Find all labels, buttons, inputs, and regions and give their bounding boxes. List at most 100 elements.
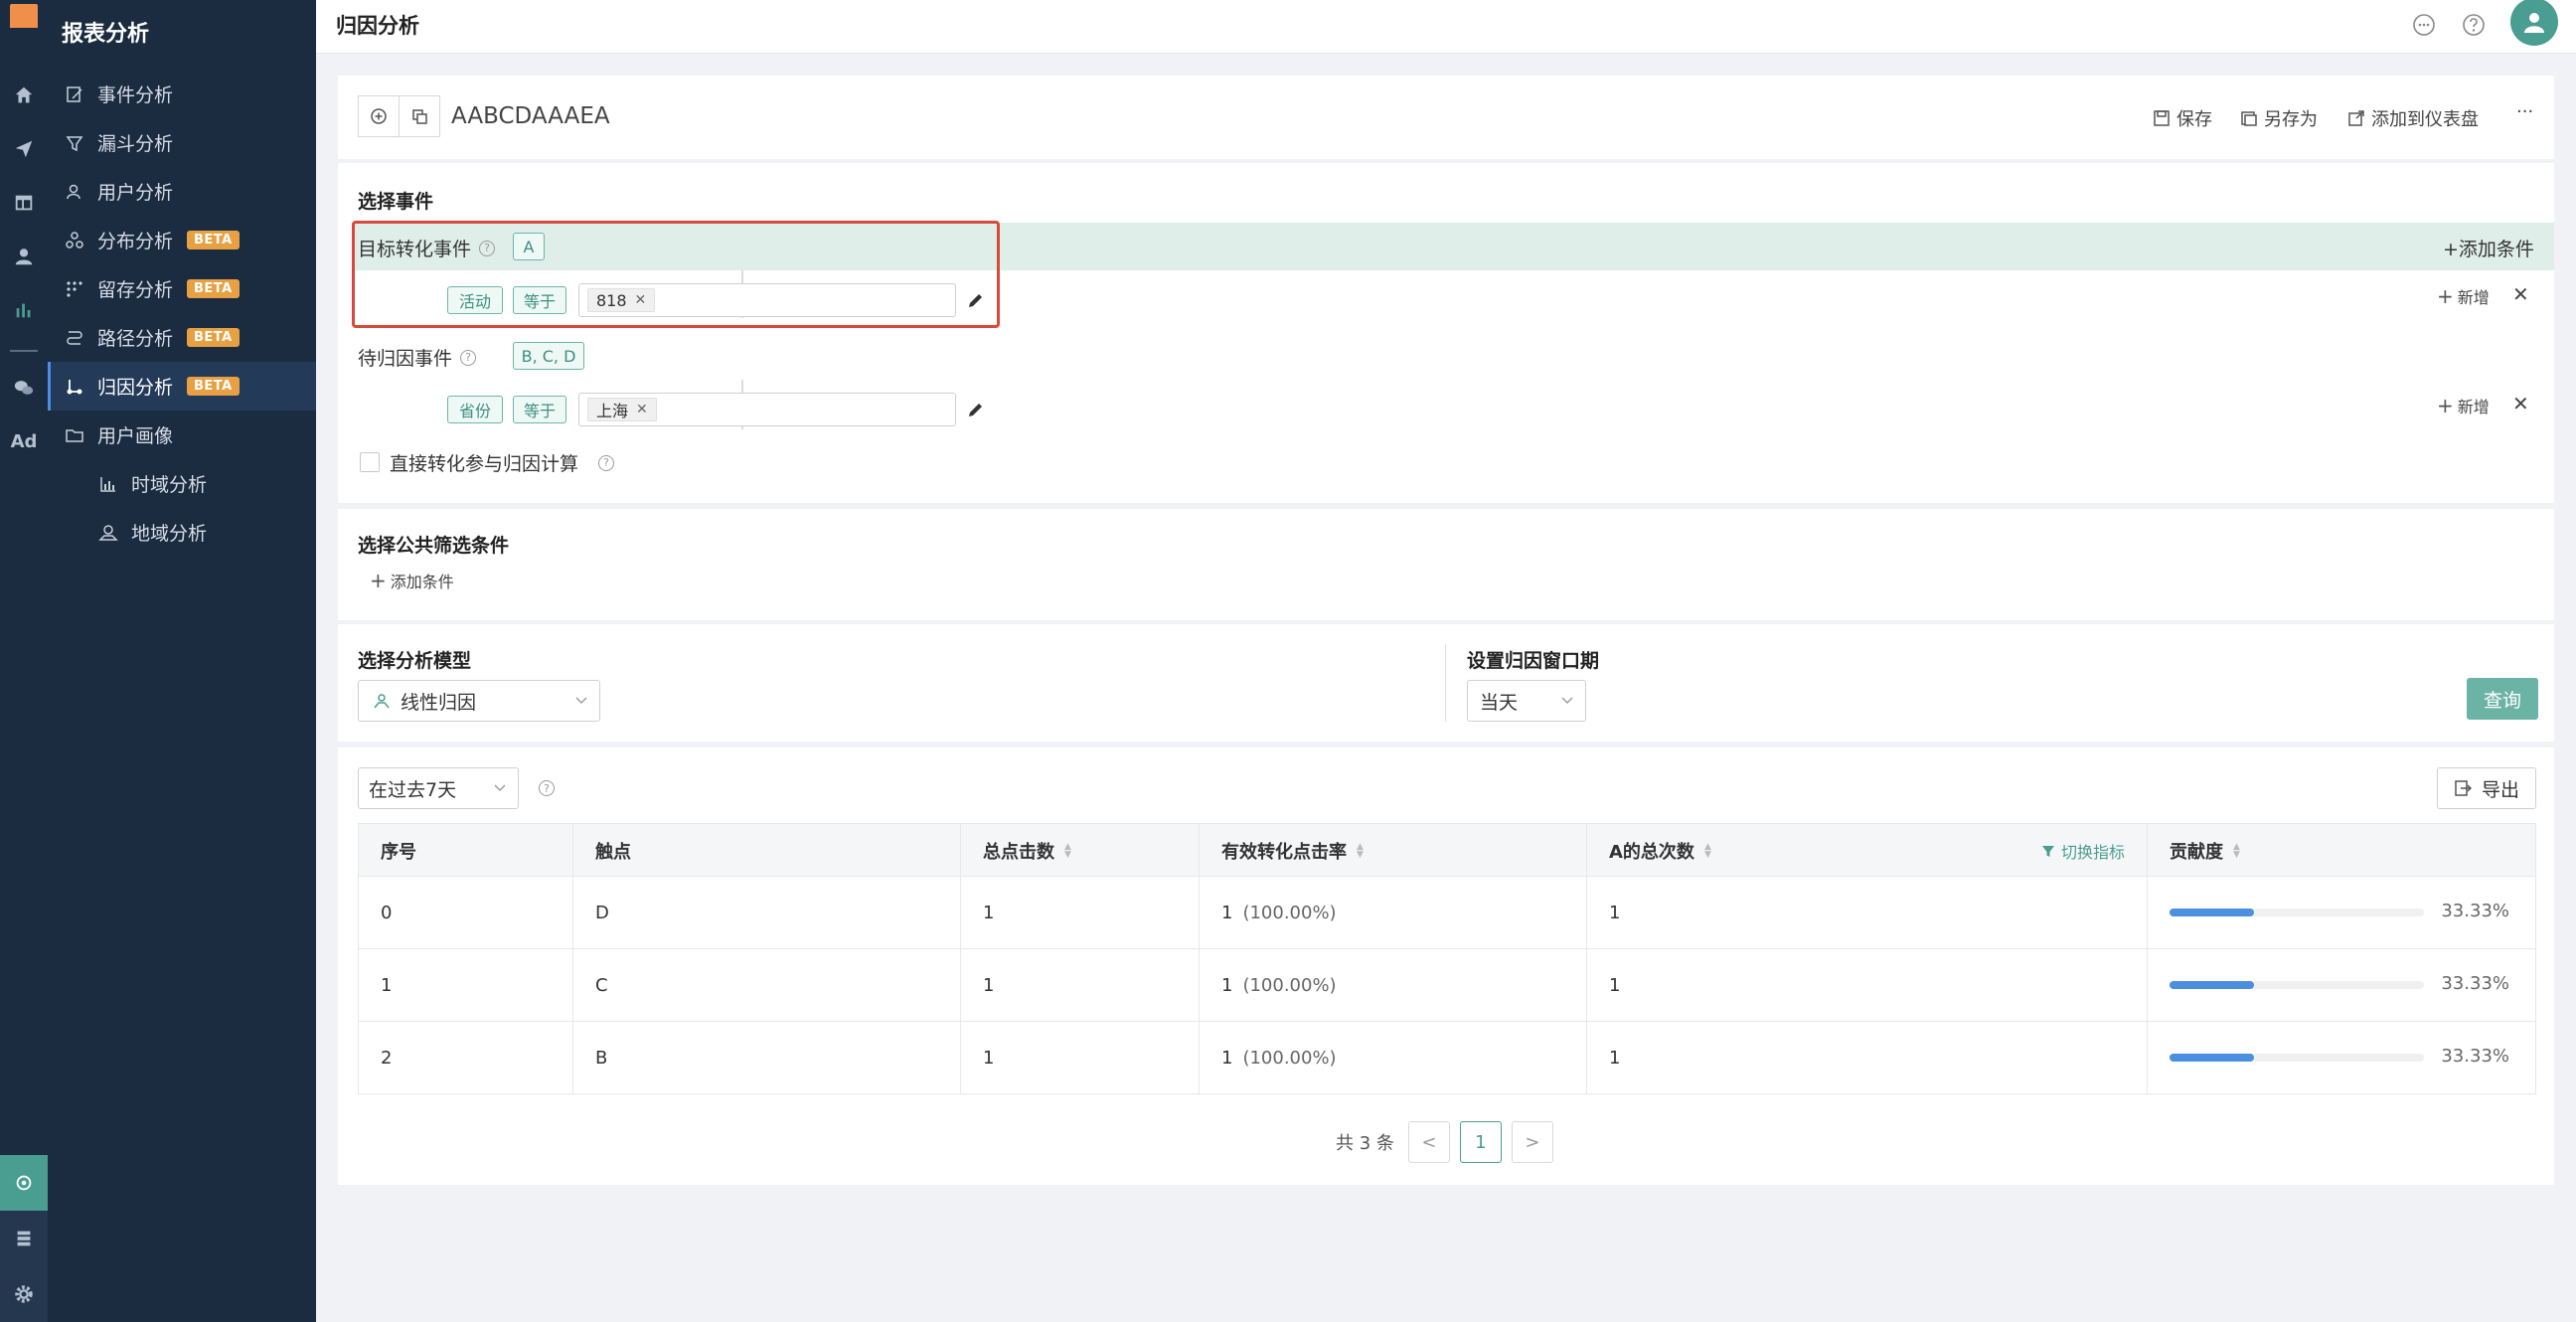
message-icon[interactable] (2411, 12, 2437, 38)
cell-total: 1 (1587, 877, 2148, 948)
public-filters: 选择公共筛选条件 + 添加条件 (338, 509, 2554, 620)
filter-value-select[interactable]: 上海 ✕ (578, 393, 956, 426)
add-public-filter-button[interactable]: + 添加条件 (370, 569, 454, 592)
remove-filter-icon[interactable]: ✕ (2512, 392, 2529, 415)
copy-report-button[interactable] (399, 95, 440, 137)
section-title-events: 选择事件 (358, 191, 434, 213)
model-dropdown[interactable]: 线性归因 (358, 680, 600, 722)
save-label: 保存 (2176, 109, 2212, 130)
chip-close-icon[interactable]: ✕ (636, 402, 648, 417)
page-button-current[interactable]: 1 (1459, 1121, 1502, 1163)
prev-page-button[interactable]: < (1407, 1121, 1450, 1163)
sidebar-item-user-analysis[interactable]: 用户分析 (48, 167, 316, 216)
sidebar-item-time-domain[interactable]: 时域分析 (48, 459, 316, 508)
sidebar-item-label: 事件分析 (97, 84, 174, 106)
cell-touchpoint: B (573, 1022, 961, 1093)
column-header-clicks[interactable]: 总点击数 ▲ ▼ (961, 824, 1200, 878)
contribution-percent: 33.33% (2441, 901, 2509, 921)
settings-gear-icon[interactable] (0, 1266, 48, 1322)
help-icon[interactable] (2461, 12, 2487, 38)
help-icon[interactable]: ? (460, 349, 477, 366)
date-range-dropdown[interactable]: 在过去7天 (358, 767, 519, 809)
table-row: 0 D 1 1 (100.00%) 1 33.33% (358, 877, 2536, 949)
contribution-percent: 33.33% (2441, 1046, 2509, 1067)
pencil-icon[interactable] (966, 402, 984, 419)
cell-rate: 1 (100.00%) (1200, 1022, 1587, 1093)
ad-icon[interactable]: Ad (0, 421, 48, 461)
column-header-text: 序号 (381, 842, 416, 863)
rate-percent: (100.00%) (1242, 1047, 1337, 1069)
save-button[interactable]: 保存 (2153, 105, 2212, 131)
top-bar: 归因分析 (316, 0, 2576, 54)
sidebar-item-user-profile[interactable]: 用户画像 (48, 411, 316, 459)
user-outline-icon (62, 179, 87, 205)
column-header-text: 总点击数 (983, 842, 1054, 863)
column-header-contribution[interactable]: 贡献度 ▲ ▼ (2148, 824, 2537, 878)
dots-grid-icon (62, 276, 87, 302)
column-header-touchpoint: 触点 (573, 824, 961, 878)
more-button[interactable]: ··· (2516, 101, 2533, 122)
sidebar-item-label: 用户画像 (97, 425, 174, 447)
add-filter-button[interactable]: + 新增 (2437, 284, 2490, 308)
direct-conversion-text: 直接转化参与归因计算 (390, 453, 579, 475)
send-icon[interactable] (0, 129, 48, 169)
cell-total: 1 (1587, 1022, 2148, 1093)
pending-event-tag[interactable]: B, C, D (513, 342, 584, 370)
chevron-down-icon (494, 784, 506, 791)
layout-icon[interactable] (0, 183, 48, 223)
add-filter-button[interactable]: + 新增 (2437, 394, 2490, 417)
rate-percent: (100.00%) (1242, 974, 1337, 996)
save-icon (2154, 110, 2170, 126)
user-icon[interactable] (0, 237, 48, 276)
chart-icon[interactable] (0, 290, 48, 330)
sidebar-item-attribution-analysis[interactable]: 归因分析 BETA (48, 362, 316, 411)
sidebar-item-path-analysis[interactable]: 路径分析 BETA (48, 313, 316, 362)
add-filter-label: 新增 (2457, 398, 2490, 416)
rate-count: 1 (1221, 1047, 1233, 1069)
wechat-icon[interactable] (0, 368, 48, 408)
remove-filter-icon[interactable]: ✕ (2512, 282, 2529, 306)
rate-percent: (100.00%) (1242, 902, 1337, 923)
sidebar-item-geo-analysis[interactable]: 地域分析 (48, 508, 316, 557)
sort-icon[interactable]: ▲ ▼ (1357, 843, 1364, 860)
add-report-button[interactable] (358, 95, 400, 137)
contribution-bar (2170, 981, 2424, 989)
sidebar-item-event-analysis[interactable]: 事件分析 (48, 70, 316, 118)
help-icon[interactable]: ? (539, 780, 555, 796)
filter-field-tag[interactable]: 省份 (447, 396, 503, 423)
contribution-percent: 33.33% (2441, 973, 2509, 994)
add-to-dashboard-button[interactable]: 添加到仪表盘 (2347, 105, 2479, 131)
sort-icon[interactable]: ▲ ▼ (2233, 843, 2240, 860)
cell-contribution: 33.33% (2148, 949, 2537, 1021)
sort-icon[interactable]: ▲ ▼ (1704, 843, 1711, 860)
report-name[interactable]: AABCDAAAEA (451, 103, 610, 129)
contribution-bar (2170, 1054, 2424, 1062)
sidebar-item-funnel-analysis[interactable]: 漏斗分析 (48, 118, 316, 167)
hub-icon[interactable] (0, 1155, 48, 1211)
next-page-button[interactable]: > (1511, 1121, 1553, 1163)
list-icon[interactable] (0, 1211, 48, 1266)
save-as-button[interactable]: 另存为 (2240, 105, 2318, 131)
funnel-icon (62, 130, 87, 156)
column-header-rate[interactable]: 有效转化点击率 ▲ ▼ (1200, 824, 1587, 878)
query-button[interactable]: 查询 (2467, 678, 2538, 720)
model-selection: 选择分析模型 线性归因 设置归因窗口期 当天 查询 (338, 624, 2554, 742)
filter-icon (2042, 846, 2054, 857)
sidebar-item-distribution-analysis[interactable]: 分布分析 BETA (48, 216, 316, 264)
add-condition-button[interactable]: +添加条件 (2443, 235, 2534, 261)
sidebar-item-retention-analysis[interactable]: 留存分析 BETA (48, 264, 316, 313)
home-icon[interactable] (0, 76, 48, 115)
cell-touchpoint: D (573, 877, 961, 948)
window-dropdown[interactable]: 当天 (1467, 680, 1586, 722)
export-button[interactable]: 导出 (2437, 767, 2536, 809)
avatar[interactable] (2510, 0, 2558, 46)
help-icon[interactable]: ? (598, 454, 615, 471)
switch-metric-button[interactable]: 切换指标 (2041, 824, 2125, 878)
filter-op-tag[interactable]: 等于 (513, 396, 566, 423)
rail-bottom (0, 1155, 48, 1322)
direct-conversion-checkbox[interactable] (360, 452, 380, 472)
sort-icon[interactable]: ▲ ▼ (1064, 843, 1071, 860)
sidebar: 报表分析 事件分析 漏斗分析 用户分析 分布分析 BETA 留存分析 BETA … (48, 0, 316, 1322)
cell-rate: 1 (100.00%) (1200, 877, 1587, 948)
cell-contribution: 33.33% (2148, 877, 2537, 948)
